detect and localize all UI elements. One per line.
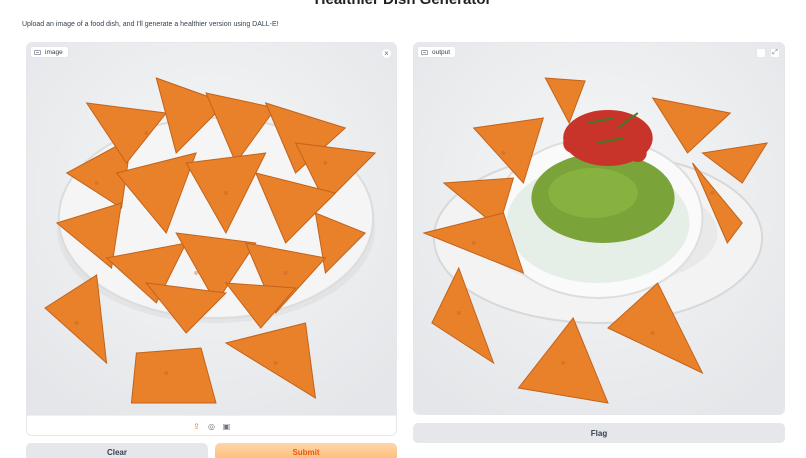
input-image bbox=[27, 43, 396, 415]
nacho-chips-illustration bbox=[27, 43, 396, 415]
image-label: image bbox=[45, 48, 63, 56]
clear-button[interactable]: Clear bbox=[26, 443, 208, 458]
output-image-panel: output ⤢ bbox=[413, 42, 785, 415]
image-label-chip: image bbox=[30, 46, 69, 58]
output-label: output bbox=[432, 48, 451, 56]
output-image bbox=[414, 43, 784, 414]
page-description: Upload an image of a food dish, and I'll… bbox=[22, 21, 279, 28]
upload-icon[interactable]: ⇪ bbox=[192, 422, 201, 431]
page-title: Healthier Dish Generator bbox=[0, 0, 806, 8]
webcam-icon[interactable]: ◎ bbox=[207, 422, 216, 431]
input-image-panel[interactable]: image × ⇪ ◎ ▣ bbox=[26, 42, 397, 436]
clipboard-icon[interactable]: ▣ bbox=[222, 422, 231, 431]
download-icon[interactable] bbox=[756, 48, 766, 58]
output-label-chip: output bbox=[417, 46, 457, 58]
guacamole-dip-illustration bbox=[414, 43, 784, 414]
flag-button[interactable]: Flag bbox=[413, 423, 785, 443]
share-icon[interactable]: ⤢ bbox=[770, 48, 780, 58]
image-icon bbox=[421, 49, 428, 55]
clear-image-button[interactable]: × bbox=[381, 48, 392, 59]
image-source-toolbar: ⇪ ◎ ▣ bbox=[27, 415, 396, 435]
submit-button[interactable]: Submit bbox=[215, 443, 397, 458]
image-icon bbox=[34, 49, 41, 55]
